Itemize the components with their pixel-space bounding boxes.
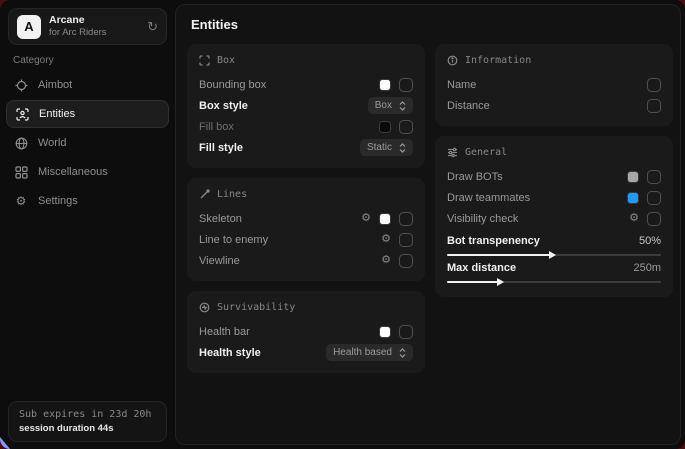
sidebar-item-label: World xyxy=(38,137,67,149)
survivability-card: Survivability Health bar Health style He… xyxy=(187,291,425,373)
gear-icon[interactable]: ⚙ xyxy=(381,255,391,266)
max-distance-slider[interactable] xyxy=(447,281,661,283)
card-title: General xyxy=(465,147,507,158)
max-distance-value: 250m xyxy=(633,262,661,274)
bounding-box-checkbox[interactable] xyxy=(399,78,413,92)
setting-row-bounding-box: Bounding box xyxy=(199,74,413,95)
line-icon xyxy=(199,189,210,200)
chevron-updown-icon xyxy=(399,101,406,111)
setting-row-health-bar: Health bar xyxy=(199,321,413,342)
distance-checkbox[interactable] xyxy=(647,99,661,113)
information-card: Information Name Distance xyxy=(435,44,673,126)
refresh-icon[interactable]: ↻ xyxy=(147,19,158,35)
gear-icon: ⚙ xyxy=(14,194,28,208)
color-swatch[interactable] xyxy=(379,121,391,133)
line-to-enemy-checkbox[interactable] xyxy=(399,233,413,247)
page-title: Entities xyxy=(191,17,669,32)
color-swatch[interactable] xyxy=(379,326,391,338)
card-title: Information xyxy=(465,55,531,66)
fill-box-checkbox[interactable] xyxy=(399,120,413,134)
draw-teammates-checkbox[interactable] xyxy=(647,191,661,205)
setting-row-line-to-enemy: Line to enemy ⚙ xyxy=(199,229,413,250)
sidebar-nav: Aimbot Entities World xyxy=(0,70,175,216)
entities-scan-icon xyxy=(15,107,29,121)
mouse-cursor xyxy=(0,437,10,449)
setting-row-fill-style: Fill style Static xyxy=(199,137,413,158)
sidebar-item-world[interactable]: World xyxy=(6,129,169,157)
app-subtitle: for Arc Riders xyxy=(49,28,139,38)
viewline-checkbox[interactable] xyxy=(399,254,413,268)
app-title: Arcane xyxy=(49,15,139,27)
draw-bots-checkbox[interactable] xyxy=(647,170,661,184)
setting-row-health-style: Health style Health based xyxy=(199,342,413,363)
sidebar-item-label: Miscellaneous xyxy=(38,166,108,178)
setting-row-fill-box: Fill box xyxy=(199,116,413,137)
sidebar-item-label: Settings xyxy=(38,195,78,207)
heart-pulse-icon xyxy=(199,302,210,313)
max-distance-slider-group: Max distance 250m xyxy=(447,260,661,283)
color-swatch[interactable] xyxy=(379,213,391,225)
card-title: Box xyxy=(217,55,235,66)
box-frame-icon xyxy=(199,55,210,66)
gear-icon[interactable]: ⚙ xyxy=(381,234,391,245)
gear-icon[interactable]: ⚙ xyxy=(629,213,639,224)
brand-card: A Arcane for Arc Riders ↻ xyxy=(8,8,167,45)
setting-row-visibility-check: Visibility check ⚙ xyxy=(447,208,661,229)
setting-row-skeleton: Skeleton ⚙ xyxy=(199,208,413,229)
skeleton-checkbox[interactable] xyxy=(399,212,413,226)
sidebar-item-label: Entities xyxy=(39,108,75,120)
card-title: Survivability xyxy=(217,302,295,313)
chevron-updown-icon xyxy=(399,348,406,358)
sidebar-item-label: Aimbot xyxy=(38,79,72,91)
subscription-card: Sub expires in 23d 20h session duration … xyxy=(8,401,167,442)
grid-icon xyxy=(14,165,28,179)
left-column: Box Bounding box Box style Box xyxy=(187,44,425,373)
health-bar-checkbox[interactable] xyxy=(399,325,413,339)
sidebar-item-entities[interactable]: Entities xyxy=(6,100,169,128)
main-panel: Entities Box Bounding box xyxy=(175,4,681,445)
name-checkbox[interactable] xyxy=(647,78,661,92)
setting-row-name: Name xyxy=(447,74,661,95)
sub-expiry-text: Sub expires in 23d 20h xyxy=(19,409,156,420)
color-swatch[interactable] xyxy=(379,79,391,91)
bot-transparency-slider-group: Bot transpenency 50% xyxy=(447,233,661,256)
health-style-dropdown[interactable]: Health based xyxy=(326,344,413,361)
lines-card: Lines Skeleton ⚙ Line to enemy ⚙ xyxy=(187,178,425,281)
color-swatch[interactable] xyxy=(627,171,639,183)
setting-row-distance: Distance xyxy=(447,95,661,116)
sidebar: A Arcane for Arc Riders ↻ Category Aimbo… xyxy=(0,0,175,449)
sidebar-item-aimbot[interactable]: Aimbot xyxy=(6,71,169,99)
setting-row-viewline: Viewline ⚙ xyxy=(199,250,413,271)
slider-thumb[interactable] xyxy=(497,278,504,286)
visibility-check-checkbox[interactable] xyxy=(647,212,661,226)
box-style-dropdown[interactable]: Box xyxy=(368,97,413,114)
sliders-icon xyxy=(447,147,458,158)
session-duration-text: session duration 44s xyxy=(19,423,156,434)
chevron-updown-icon xyxy=(399,143,406,153)
setting-row-draw-bots: Draw BOTs xyxy=(447,166,661,187)
general-card: General Draw BOTs Draw teammates xyxy=(435,136,673,297)
sidebar-item-miscellaneous[interactable]: Miscellaneous xyxy=(6,158,169,186)
setting-row-draw-teammates: Draw teammates xyxy=(447,187,661,208)
gear-icon[interactable]: ⚙ xyxy=(361,213,371,224)
card-title: Lines xyxy=(217,189,247,200)
color-swatch[interactable] xyxy=(627,192,639,204)
sidebar-item-settings[interactable]: ⚙ Settings xyxy=(6,187,169,215)
info-icon xyxy=(447,55,458,66)
right-column: Information Name Distance xyxy=(435,44,673,297)
globe-icon xyxy=(14,136,28,150)
app-logo: A xyxy=(17,15,41,39)
category-label: Category xyxy=(13,55,54,66)
slider-thumb[interactable] xyxy=(549,251,556,259)
setting-row-box-style: Box style Box xyxy=(199,95,413,116)
crosshair-icon xyxy=(14,78,28,92)
fill-style-dropdown[interactable]: Static xyxy=(360,139,413,156)
app-window: A Arcane for Arc Riders ↻ Category Aimbo… xyxy=(0,0,685,449)
box-card: Box Bounding box Box style Box xyxy=(187,44,425,168)
bot-transparency-value: 50% xyxy=(639,235,661,247)
bot-transparency-slider[interactable] xyxy=(447,254,661,256)
